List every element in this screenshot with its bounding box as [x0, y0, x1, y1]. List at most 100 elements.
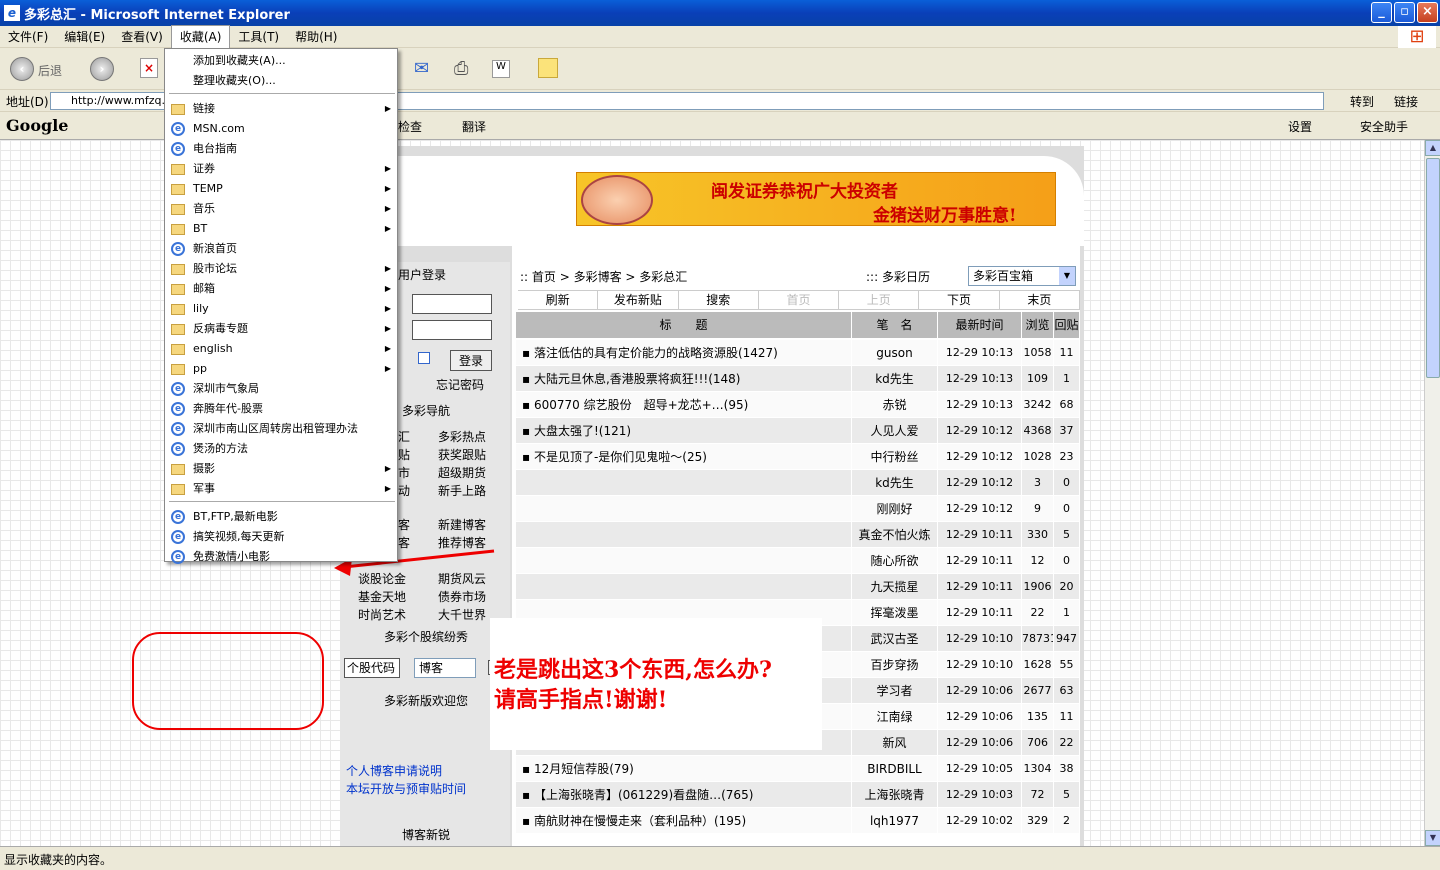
nav-left-item[interactable]: 客	[398, 516, 410, 533]
list-nav-6[interactable]: 末页	[1000, 291, 1080, 309]
topic-title[interactable]: ▪ 落注低估的具有定价能力的战略资源股(1427)	[516, 340, 852, 365]
favorites-top-item[interactable]: 添加到收藏夹(A)...	[165, 51, 397, 71]
ad-banner[interactable]: 闽发证券恭祝广大投资者 金猪送财万事胜意!	[576, 172, 1056, 226]
favorites-item[interactable]: 军事 ▶	[165, 479, 397, 499]
stop-icon[interactable]: ×	[140, 58, 158, 78]
favorites-bottom-item[interactable]: e 免费激情小电影	[165, 547, 397, 567]
favorites-item[interactable]: e 煲汤的方法	[165, 439, 397, 459]
scroll-thumb[interactable]	[1426, 158, 1440, 378]
favorites-item[interactable]: 摄影 ▶	[165, 459, 397, 479]
list-nav-4[interactable]: 上页	[839, 291, 920, 309]
breadcrumb[interactable]: :: 首页 > 多彩博客 > 多彩总汇	[520, 268, 687, 285]
table-row[interactable]: ▪ 大盘太强了!(121) 人见人爱 12-29 10:12 4368 37	[516, 418, 1080, 444]
topic-title[interactable]: ▪ 12月短信荐股(79)	[516, 756, 852, 781]
maximize-button[interactable]: ▫	[1394, 2, 1415, 23]
list-nav-5[interactable]: 下页	[919, 291, 1000, 309]
login-button[interactable]: 登录	[450, 350, 493, 371]
favorites-item[interactable]: e 奔腾年代-股票	[165, 399, 397, 419]
username-input[interactable]	[412, 294, 492, 314]
topic-title[interactable]	[516, 548, 852, 573]
nav-right-item[interactable]: 新建博客	[438, 516, 486, 533]
nav-right-item[interactable]: 大千世界	[438, 606, 486, 623]
menu-view[interactable]: 查看(V)	[113, 26, 171, 48]
table-row[interactable]: ▪ 不是见顶了-是你们见鬼啦～(25) 中行粉丝 12-29 10:12 1028 23	[516, 444, 1080, 470]
back-label[interactable]: 后退	[38, 62, 62, 79]
menu-tools[interactable]: 工具(T)	[230, 26, 287, 48]
topic-title[interactable]: ▪ 600770 综艺股份 超导+龙芯+…(95)	[516, 392, 852, 417]
messenger-icon[interactable]	[538, 58, 558, 78]
topic-title[interactable]: ▪ 不是见顶了-是你们见鬼啦～(25)	[516, 444, 852, 469]
diary-link[interactable]: ::: 多彩日历	[866, 268, 930, 285]
nav-left-item[interactable]: 时尚艺术	[358, 606, 406, 623]
favorites-item[interactable]: e 新浪首页	[165, 239, 397, 259]
favorites-item[interactable]: 证券 ▶	[165, 159, 397, 179]
links-button[interactable]: 链接	[1394, 93, 1418, 110]
favorites-item[interactable]: e 电台指南	[165, 139, 397, 159]
menu-edit[interactable]: 编辑(E)	[56, 26, 113, 48]
close-button[interactable]: ×	[1417, 2, 1438, 23]
favorites-item[interactable]: BT ▶	[165, 219, 397, 239]
back-arrow-icon[interactable]: ‹	[10, 57, 34, 81]
nav-right-item[interactable]: 多彩热点	[438, 428, 486, 445]
table-row[interactable]: ▪ 大陆元旦休息,香港股票将疯狂!!!(148) kd先生 12-29 10:13 1…	[516, 366, 1080, 392]
menu-help[interactable]: 帮助(H)	[287, 26, 345, 48]
topic-title[interactable]	[516, 496, 852, 521]
favorites-item[interactable]: TEMP ▶	[165, 179, 397, 199]
stock-code-input[interactable]: 个股代码	[344, 658, 400, 678]
table-row[interactable]: ▪ 600770 综艺股份 超导+龙芯+…(95) 赤锐 12-29 10:13 32…	[516, 392, 1080, 418]
topic-title[interactable]: ▪ 大陆元旦休息,香港股票将疯狂!!!(148)	[516, 366, 852, 391]
nav-left-item[interactable]: 基金天地	[358, 588, 406, 605]
edit-icon[interactable]: W	[492, 60, 510, 78]
favorites-item[interactable]: 音乐 ▶	[165, 199, 397, 219]
toolbox-select[interactable]: 多彩百宝箱 ▼	[968, 266, 1076, 286]
blog-select[interactable]: 博客	[414, 658, 476, 678]
favorites-item[interactable]: e MSN.com	[165, 119, 397, 139]
topic-title[interactable]: ▪ 【上海张晓青】(061229)看盘随…(765)	[516, 782, 852, 807]
translate-button[interactable]: 翻译	[462, 118, 486, 135]
favorites-item[interactable]: 股市论坛 ▶	[165, 259, 397, 279]
favorites-item[interactable]: e 深圳市气象局	[165, 379, 397, 399]
table-row[interactable]: 九天揽星 12-29 10:11 1906 20	[516, 574, 1080, 600]
password-input[interactable]	[412, 320, 492, 340]
favorites-item[interactable]: english ▶	[165, 339, 397, 359]
menu-file[interactable]: 文件(F)	[0, 26, 56, 48]
topic-title[interactable]	[516, 470, 852, 495]
forum-time-link[interactable]: 本坛开放与预审贴时间	[346, 780, 466, 797]
table-row[interactable]: 刚刚好 12-29 10:12 9 0	[516, 496, 1080, 522]
favorites-bottom-item[interactable]: e BT,FTP,最新电影	[165, 507, 397, 527]
minimize-button[interactable]: _	[1371, 2, 1392, 23]
table-row[interactable]: kd先生 12-29 10:12 3 0	[516, 470, 1080, 496]
nav-left-item[interactable]: 贴	[398, 446, 410, 463]
topic-title[interactable]: ▪ 南航财神在慢慢走来（套利品种）(195)	[516, 808, 852, 833]
favorites-item[interactable]: lily ▶	[165, 299, 397, 319]
table-row[interactable]: ▪ 12月短信荐股(79) BIRDBILL 12-29 10:05 1304 38	[516, 756, 1080, 782]
forward-arrow-icon[interactable]: ›	[90, 57, 114, 81]
topic-title[interactable]: ▪ 大盘太强了!(121)	[516, 418, 852, 443]
nav-left-item[interactable]: 汇	[398, 428, 410, 445]
nav-left-item[interactable]: 动	[398, 482, 410, 499]
table-row[interactable]: 真金不怕火炼 12-29 10:11 330 5	[516, 522, 1080, 548]
scroll-down-icon[interactable]: ▼	[1425, 830, 1440, 846]
favorites-top-item[interactable]: 整理收藏夹(O)...	[165, 71, 397, 91]
list-nav-1[interactable]: 发布新贴	[598, 291, 679, 309]
scroll-up-icon[interactable]: ▲	[1425, 140, 1440, 156]
nav-right-item[interactable]: 获奖跟贴	[438, 446, 486, 463]
vertical-scrollbar[interactable]: ▲ ▼	[1424, 140, 1440, 846]
remember-checkbox[interactable]	[418, 352, 430, 364]
check-button[interactable]: 检查	[398, 118, 422, 135]
favorites-item[interactable]: 邮箱 ▶	[165, 279, 397, 299]
list-nav-2[interactable]: 搜索	[679, 291, 759, 309]
table-row[interactable]: 随心所欲 12-29 10:11 12 0	[516, 548, 1080, 574]
table-row[interactable]: ▪ 【上海张晓青】(061229)看盘随…(765) 上海张晓青 12-29 10:…	[516, 782, 1080, 808]
safety-assistant-button[interactable]: 安全助手	[1360, 118, 1408, 135]
list-nav-3[interactable]: 首页	[759, 291, 840, 309]
settings-button[interactable]: 设置	[1288, 118, 1312, 135]
favorites-item[interactable]: 反病毒专题 ▶	[165, 319, 397, 339]
print-icon[interactable]: ⎙	[454, 58, 478, 80]
forgot-password-link[interactable]: 忘记密码	[436, 376, 484, 393]
mail-icon[interactable]: ✉	[414, 58, 440, 80]
favorites-item[interactable]: pp ▶	[165, 359, 397, 379]
topic-title[interactable]	[516, 574, 852, 599]
chevron-down-icon[interactable]: ▼	[1059, 267, 1075, 285]
favorites-item[interactable]: e 深圳市南山区周转房出租管理办法	[165, 419, 397, 439]
